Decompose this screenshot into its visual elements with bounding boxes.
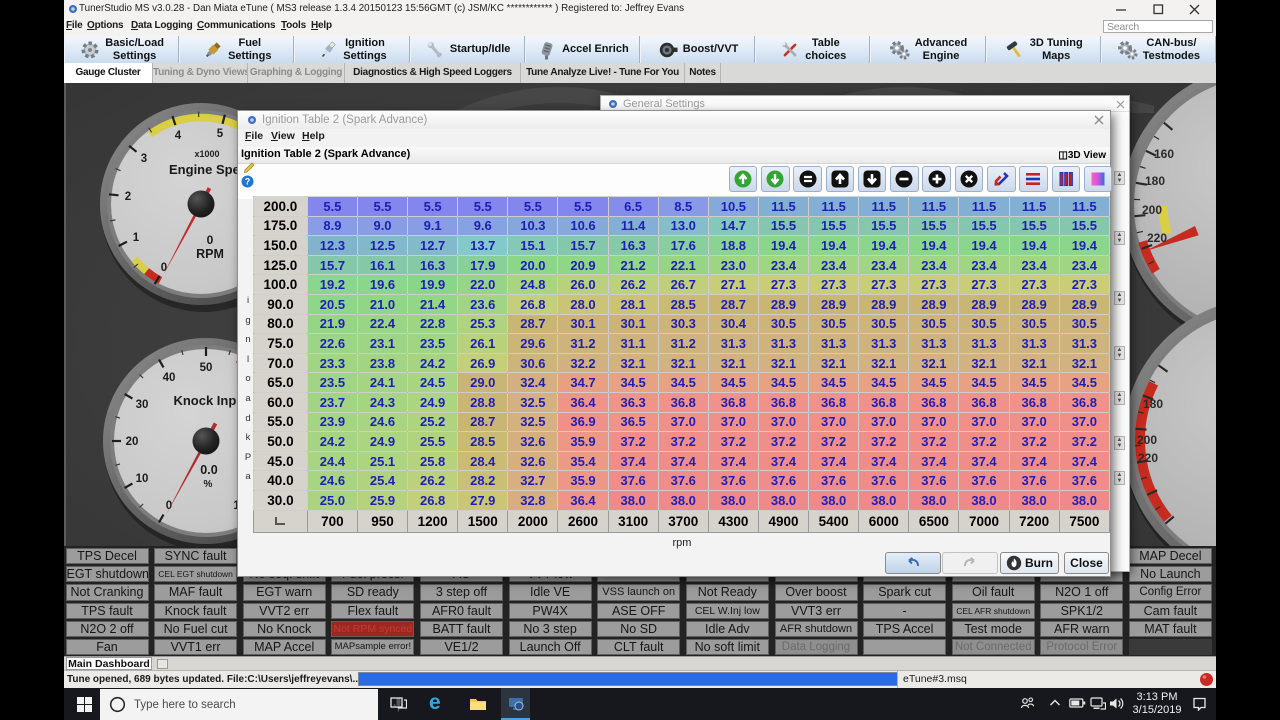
svg-text:?: ?: [245, 177, 251, 187]
svg-text:180: 180: [1143, 397, 1163, 411]
svg-text:160: 160: [1154, 147, 1174, 161]
svg-text:200: 200: [1137, 433, 1157, 447]
svg-text:4: 4: [175, 130, 182, 142]
svg-text:200: 200: [1142, 203, 1162, 217]
svg-text:5: 5: [217, 128, 224, 140]
svg-text:50: 50: [200, 362, 213, 374]
svg-text:10: 10: [136, 473, 149, 485]
svg-text:x1000: x1000: [194, 149, 219, 159]
svg-text:3: 3: [141, 153, 147, 165]
svg-text:220: 220: [1147, 231, 1167, 245]
svg-text:%: %: [204, 479, 213, 490]
svg-text:220: 220: [1138, 451, 1158, 465]
svg-text:0: 0: [166, 500, 172, 512]
svg-text:40: 40: [163, 372, 176, 384]
svg-text:20: 20: [126, 436, 139, 448]
svg-text:180: 180: [1145, 174, 1165, 188]
svg-text:RPM: RPM: [196, 247, 224, 261]
svg-text:30: 30: [136, 399, 149, 411]
svg-text:1: 1: [133, 232, 140, 244]
svg-text:0: 0: [161, 262, 167, 274]
svg-text:2: 2: [125, 191, 131, 203]
svg-text:0: 0: [207, 233, 214, 247]
svg-text:0.0: 0.0: [200, 463, 217, 477]
